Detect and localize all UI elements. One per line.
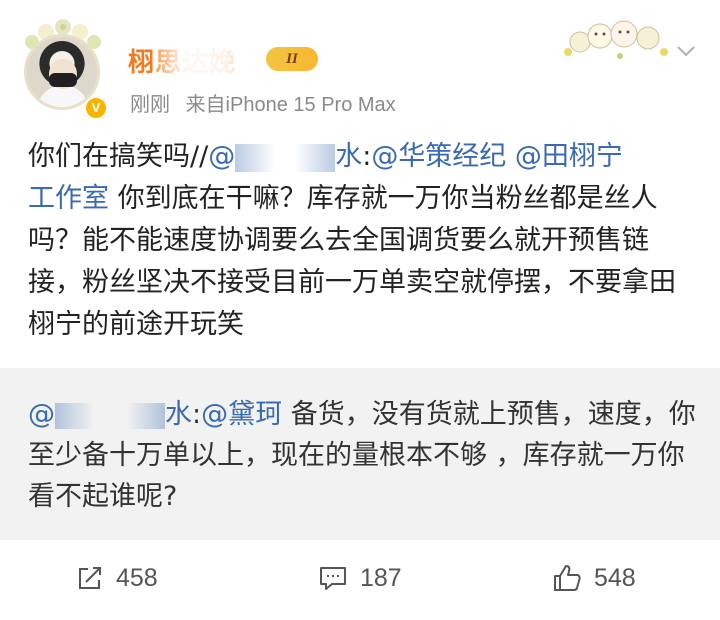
repost-count: 458 — [116, 563, 158, 592]
post-body-main: 你到底在干嘛？库存就一万你当粉丝都是丝人吗？能不能速度协调要么去全国调货要么就开… — [28, 183, 676, 340]
verified-badge-icon: V — [84, 96, 108, 120]
repost-button[interactable]: 458 — [76, 558, 158, 598]
post-body-colon: : — [362, 141, 372, 172]
post-time: 刚刚 — [130, 94, 170, 116]
share-icon — [79, 567, 101, 589]
post-body: 你们在搞笑吗//@ 水:@华策经纪 @田栩宁 工作室 你到底在干嘛？库存就一万你当粉… — [28, 136, 698, 346]
like-button[interactable]: 548 — [552, 558, 636, 598]
post-body-text: 你们在搞笑吗// — [28, 141, 209, 172]
rank-badge: II — [266, 47, 318, 71]
repost-colon: : — [192, 399, 202, 430]
post-meta: 刚刚 来自iPhone 15 Pro Max — [130, 88, 406, 117]
comment-icon — [320, 567, 346, 590]
repost-mention-redacted-user[interactable]: @ 水 — [28, 399, 192, 430]
thumbs-up-icon — [554, 565, 581, 591]
comment-count: 187 — [360, 563, 402, 592]
post-source: 来自iPhone 15 Pro Max — [185, 94, 396, 116]
mention-redaction — [235, 143, 336, 172]
repost-original[interactable]: @ 水:@黛珂 备货，没有货就上预售，速度，你至少备十万单以上，现在的量根本不够 … — [0, 368, 720, 540]
repost-mention-redaction — [55, 402, 165, 429]
action-bar: 458 187 548 — [0, 540, 720, 620]
weibo-post-card: V 栩思达娩 II 刚刚 来自iPhone 15 Pro Max 你们在搞笑吗/ — [0, 0, 720, 620]
repost-text: @ 水:@黛珂 备货，没有货就上预售，速度，你至少备十万单以上，现在的量根本不够 … — [28, 394, 698, 517]
repost-mention-daike[interactable]: @黛珂 — [201, 399, 282, 430]
avatar-mask — [49, 73, 77, 87]
mention-huace[interactable]: @华策经纪 — [371, 141, 506, 172]
username-redaction — [156, 40, 256, 76]
post-body-space — [506, 141, 515, 172]
chevron-down-icon[interactable] — [676, 44, 696, 58]
post-main: V 栩思达娩 II 刚刚 来自iPhone 15 Pro Max 你们在搞笑吗/ — [0, 0, 720, 368]
like-count: 548 — [594, 563, 636, 592]
avatar[interactable]: V — [20, 18, 108, 120]
sticker-decoration-icon — [564, 20, 668, 59]
mention-redacted-user[interactable]: @ 水 — [208, 141, 362, 172]
comment-button[interactable]: 187 — [318, 558, 402, 598]
